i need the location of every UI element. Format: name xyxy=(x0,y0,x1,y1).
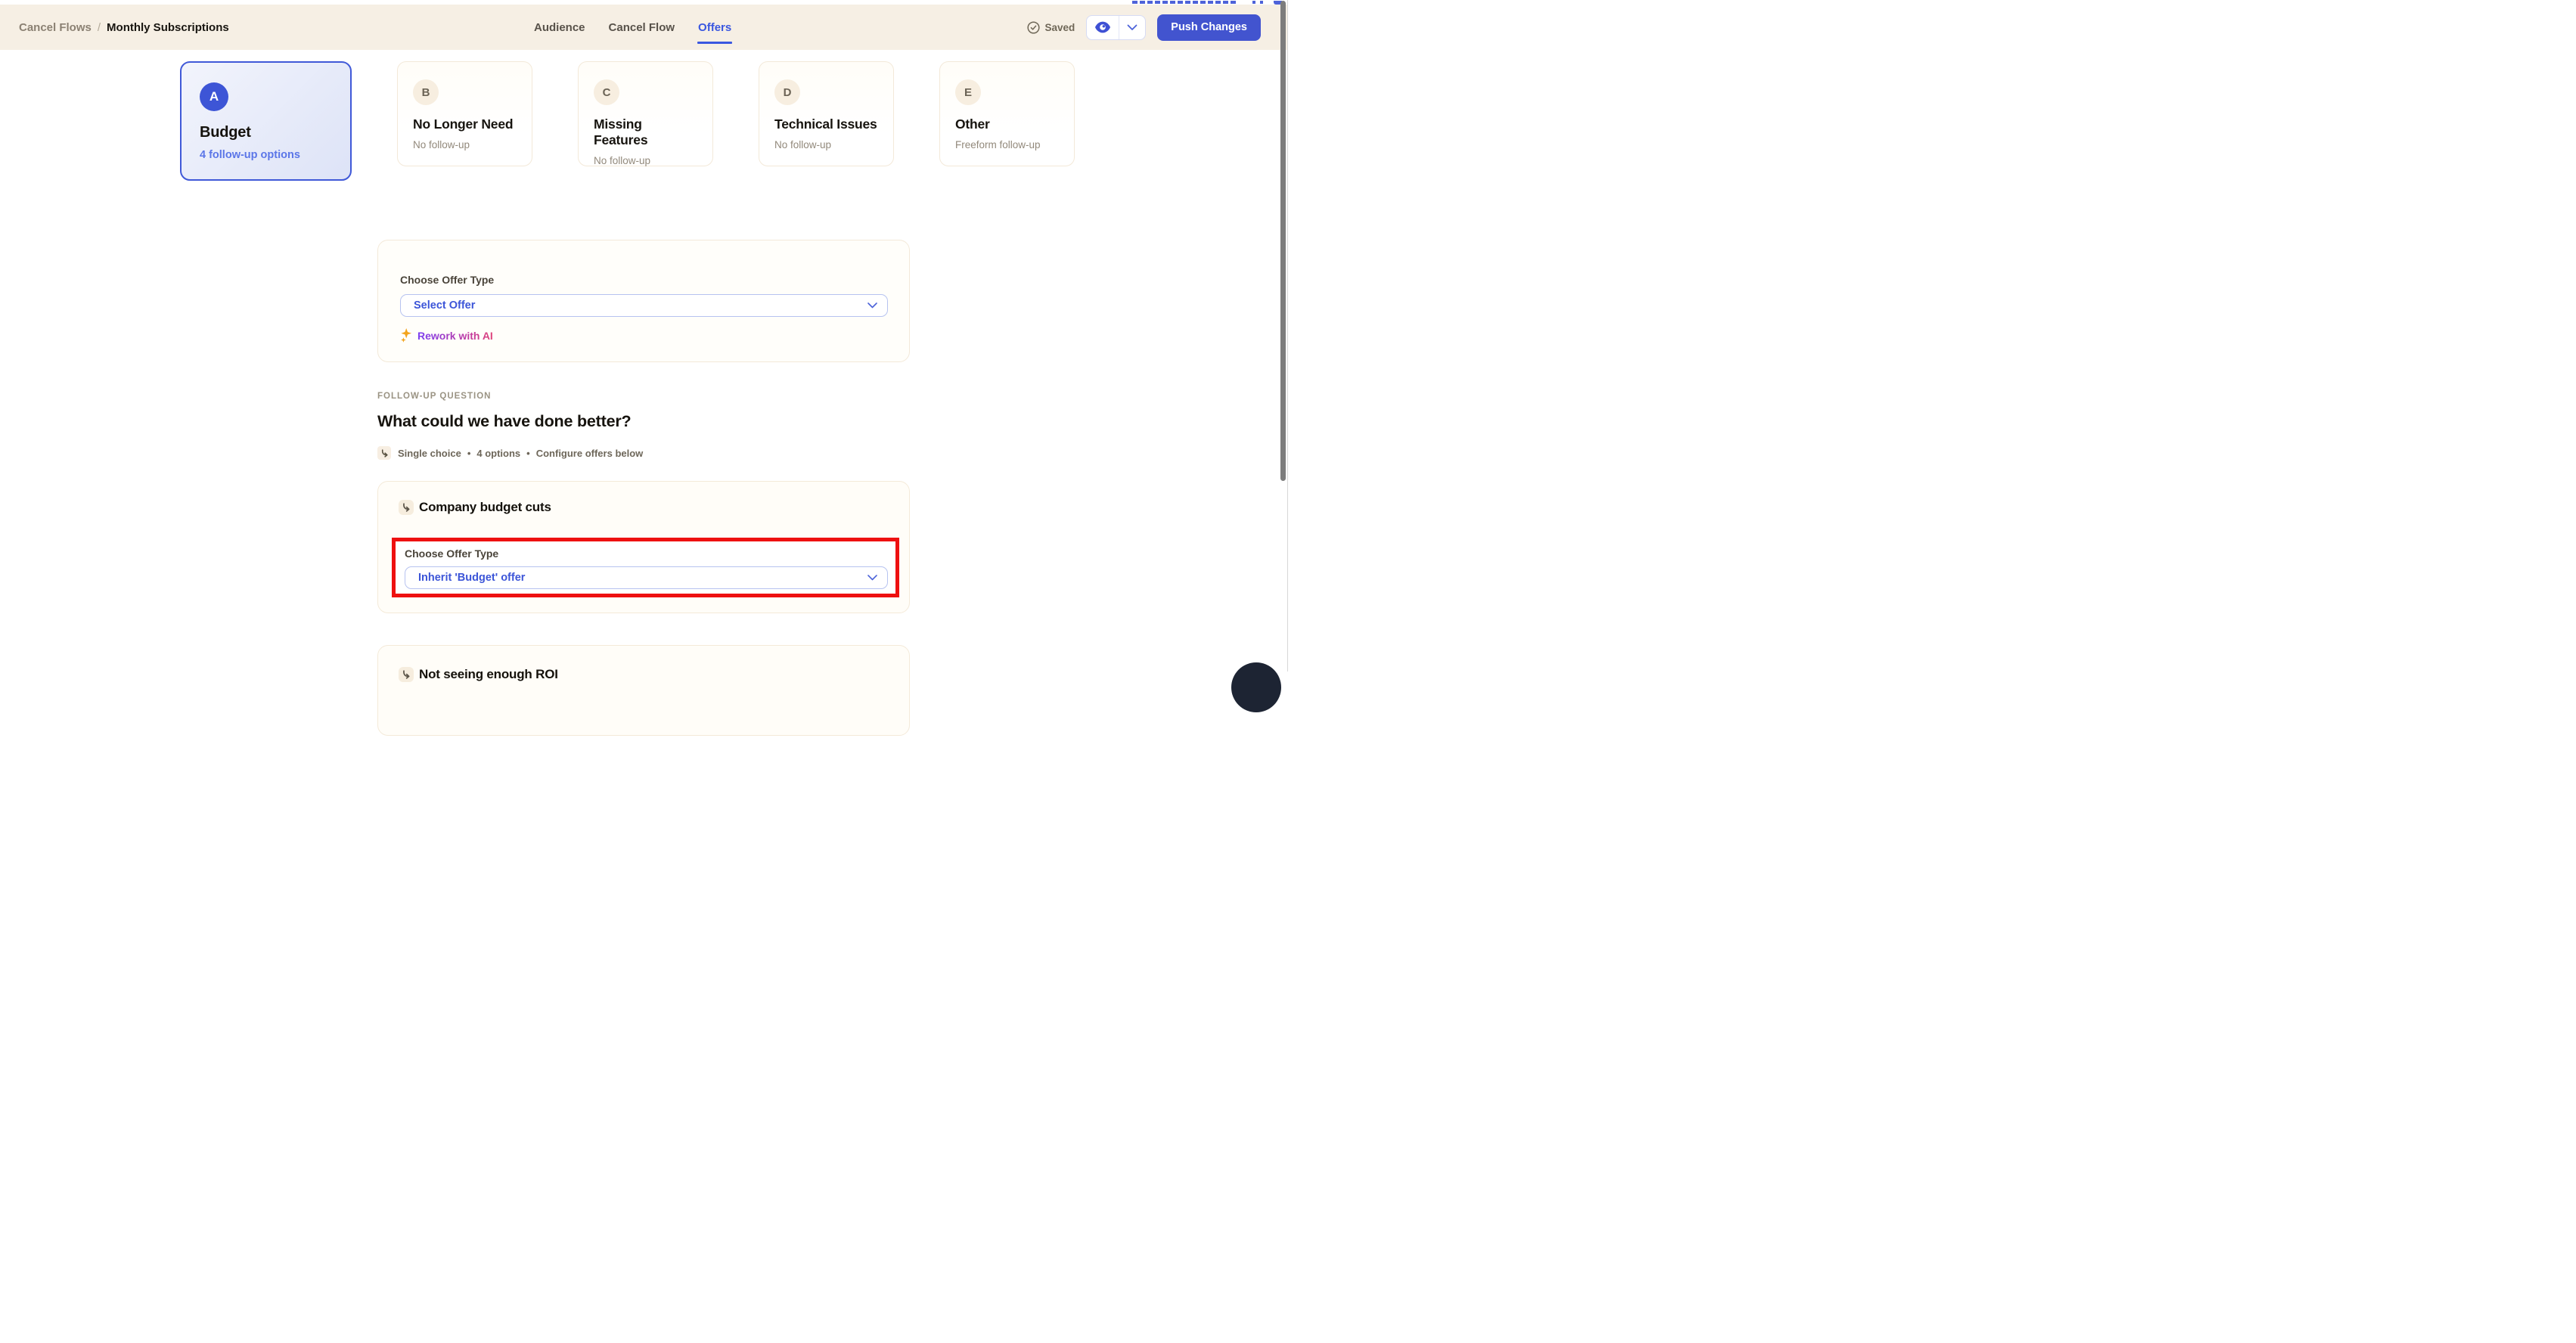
reason-card-missing-features[interactable]: C Missing Features No follow-up xyxy=(578,61,713,166)
chevron-down-icon xyxy=(867,575,877,581)
followup-question: What could we have done better? xyxy=(377,412,910,431)
arrow-curve-right-icon xyxy=(402,670,411,679)
choose-offer-type-label: Choose Offer Type xyxy=(400,274,888,286)
meta-option-count: 4 options xyxy=(476,448,520,459)
rework-with-ai-button[interactable]: Rework with AI xyxy=(400,328,493,343)
meta-bullet: • xyxy=(526,448,530,459)
tab-offers[interactable]: Offers xyxy=(697,17,732,39)
sparkles-icon xyxy=(400,328,412,343)
arrow-curve-right-icon xyxy=(402,503,411,512)
reason-card-technical-issues[interactable]: D Technical Issues No follow-up xyxy=(759,61,894,166)
clipped-icon xyxy=(1260,1,1263,4)
preview-split-button xyxy=(1086,15,1146,40)
followup-eyebrow: FOLLOW-UP QUESTION xyxy=(377,392,910,401)
reason-subtitle: No follow-up xyxy=(774,139,878,150)
followup-section: FOLLOW-UP QUESTION What could we have do… xyxy=(377,392,910,460)
reason-badge: A xyxy=(200,82,228,111)
reason-title: Budget xyxy=(200,124,332,141)
reason-card-budget[interactable]: A Budget 4 follow-up options xyxy=(180,61,352,181)
push-changes-button[interactable]: Push Changes xyxy=(1157,14,1261,41)
option-title: Company budget cuts xyxy=(419,500,551,515)
clipped-icon xyxy=(1252,1,1255,4)
select-offer-dropdown[interactable]: Select Offer xyxy=(400,294,888,317)
save-status-label: Saved xyxy=(1045,22,1075,33)
chat-widget-button[interactable] xyxy=(1231,662,1281,712)
option-badge xyxy=(399,500,414,515)
header-bar: Cancel Flows / Monthly Subscriptions Aud… xyxy=(0,5,1287,50)
rework-with-ai-label: Rework with AI xyxy=(417,330,493,342)
breadcrumb-separator: / xyxy=(98,21,101,34)
tab-cancel-flow[interactable]: Cancel Flow xyxy=(608,17,676,39)
meta-bullet: • xyxy=(467,448,471,459)
dropdown-value: Select Offer xyxy=(414,299,475,312)
chevron-down-icon xyxy=(867,302,877,309)
preview-more-button[interactable] xyxy=(1119,16,1145,39)
reason-title: Technical Issues xyxy=(774,116,878,132)
clipped-top-strip xyxy=(0,0,1287,5)
offer-type-panel: Choose Offer Type Select Offer Rework wi… xyxy=(377,240,910,362)
reason-badge: B xyxy=(413,79,439,105)
reason-title: No Longer Need xyxy=(413,116,517,132)
reason-card-other[interactable]: E Other Freeform follow-up xyxy=(939,61,1075,166)
reason-subtitle: Freeform follow-up xyxy=(955,139,1059,150)
breadcrumb-parent-link[interactable]: Cancel Flows xyxy=(19,21,92,34)
clipped-link-text xyxy=(1132,1,1236,4)
reason-subtitle: 4 follow-up options xyxy=(200,149,332,161)
inherit-budget-offer-dropdown[interactable]: Inherit 'Budget' offer xyxy=(405,566,888,589)
option-title-row: Not seeing enough ROI xyxy=(399,667,895,682)
reason-title: Missing Features xyxy=(594,116,697,148)
followup-meta-row: Single choice • 4 options • Configure of… xyxy=(377,446,910,460)
option-title-row: Company budget cuts xyxy=(399,500,895,515)
scrollbar-thumb[interactable] xyxy=(1280,1,1286,481)
preview-button[interactable] xyxy=(1087,16,1119,39)
breadcrumb-current: Monthly Subscriptions xyxy=(107,21,229,34)
header-tabs: Audience Cancel Flow Offers xyxy=(533,5,732,50)
reason-cards-row: A Budget 4 follow-up options B No Longer… xyxy=(180,61,1075,181)
option-badge xyxy=(399,667,414,682)
chevron-down-icon xyxy=(1127,24,1137,31)
header-actions: Saved Push Changes xyxy=(1027,5,1262,50)
reason-badge: E xyxy=(955,79,981,105)
reason-badge: C xyxy=(594,79,619,105)
meta-choice-type: Single choice xyxy=(398,448,461,459)
option-card-not-seeing-enough-roi: Not seeing enough ROI xyxy=(377,645,910,736)
eye-icon xyxy=(1094,21,1111,33)
option-card-company-budget-cuts: Company budget cuts Choose Offer Type In… xyxy=(377,481,910,613)
reason-card-no-longer-need[interactable]: B No Longer Need No follow-up xyxy=(397,61,532,166)
reason-title: Other xyxy=(955,116,1059,132)
reason-badge: D xyxy=(774,79,800,105)
breadcrumb: Cancel Flows / Monthly Subscriptions xyxy=(19,5,229,50)
arrow-curve-right-icon xyxy=(380,449,389,457)
followup-badge xyxy=(377,446,391,460)
tab-audience[interactable]: Audience xyxy=(533,17,586,39)
reason-subtitle: No follow-up xyxy=(413,139,517,150)
main-content: Choose Offer Type Select Offer Rework wi… xyxy=(377,240,910,736)
save-status: Saved xyxy=(1027,21,1075,34)
dropdown-value: Inherit 'Budget' offer xyxy=(418,572,525,584)
reason-subtitle: No follow-up xyxy=(594,155,697,166)
annotation-highlight-box: Choose Offer Type Inherit 'Budget' offer xyxy=(392,538,899,597)
followup-meta: Single choice • 4 options • Configure of… xyxy=(398,448,643,459)
option-title: Not seeing enough ROI xyxy=(419,667,558,682)
check-circle-icon xyxy=(1027,21,1040,34)
meta-configure-hint: Configure offers below xyxy=(536,448,644,459)
choose-offer-type-label: Choose Offer Type xyxy=(405,547,888,560)
